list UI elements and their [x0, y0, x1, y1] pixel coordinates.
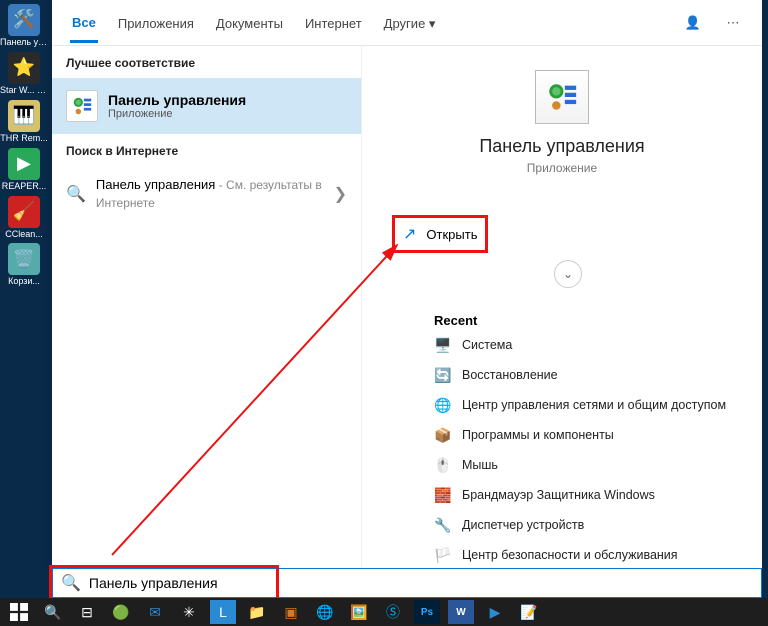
- tab-web[interactable]: Интернет: [303, 4, 364, 41]
- feedback-icon[interactable]: 👤: [682, 15, 704, 31]
- search-button[interactable]: 🔍: [40, 600, 66, 624]
- best-match-sub: Приложение: [108, 108, 246, 120]
- detail-sub: Приложение: [392, 161, 732, 175]
- desktop-icon[interactable]: ▶REAPER...: [0, 148, 48, 192]
- taskbar-app[interactable]: ▶: [482, 600, 508, 624]
- tab-all[interactable]: Все: [70, 3, 98, 43]
- search-tabs: Все Приложения Документы Интернет Другие…: [52, 0, 762, 46]
- best-match-item[interactable]: Панель управления Приложение: [52, 78, 361, 134]
- desktop-icon[interactable]: 🧹CClean...: [0, 196, 48, 240]
- network-icon: 🌐: [434, 396, 452, 414]
- chevron-right-icon: ❯: [334, 184, 347, 204]
- taskbar-app[interactable]: 🖼️: [346, 600, 372, 624]
- desktop-icons: 🛠️Панель управле... ⭐Star W... Jedi Fa 🎹…: [0, 0, 52, 570]
- best-match-header: Лучшее соответствие: [52, 46, 361, 78]
- programs-icon: 📦: [434, 426, 452, 444]
- open-action[interactable]: ↗ Открыть: [392, 215, 488, 253]
- recent-item[interactable]: 🔧Диспетчер устройств: [434, 516, 732, 534]
- best-match-title: Панель управления: [108, 92, 246, 108]
- start-button[interactable]: [6, 600, 32, 624]
- web-search-item[interactable]: 🔍 Панель управления - См. результаты в И…: [52, 166, 361, 222]
- task-view-button[interactable]: ⊟: [74, 600, 100, 624]
- recent-item[interactable]: 📦Программы и компоненты: [434, 426, 732, 444]
- recent-header: Recent: [434, 313, 732, 328]
- desktop-icon[interactable]: 🎹THR Rem...: [0, 100, 48, 144]
- security-icon: 🏳️: [434, 546, 452, 564]
- more-icon[interactable]: ⋯: [722, 15, 744, 31]
- taskbar-app[interactable]: 📁: [244, 600, 270, 624]
- search-flyout: Все Приложения Документы Интернет Другие…: [52, 0, 762, 568]
- detail-title: Панель управления: [392, 136, 732, 157]
- open-icon: ↗: [403, 224, 416, 244]
- control-panel-large-icon: [535, 70, 589, 124]
- recent-item[interactable]: 🏳️Центр безопасности и обслуживания: [434, 546, 732, 564]
- taskbar-app[interactable]: L: [210, 600, 236, 624]
- recovery-icon: 🔄: [434, 366, 452, 384]
- recent-item[interactable]: 🖥️Система: [434, 336, 732, 354]
- desktop-icon[interactable]: 🗑️Корзи...: [0, 243, 48, 287]
- control-panel-icon: [66, 90, 98, 122]
- device-manager-icon: 🔧: [434, 516, 452, 534]
- taskbar-app[interactable]: 🟢: [108, 600, 134, 624]
- recent-item[interactable]: 🌐Центр управления сетями и общим доступо…: [434, 396, 732, 414]
- taskbar-app[interactable]: ✳: [176, 600, 202, 624]
- taskbar-app[interactable]: ✉: [142, 600, 168, 624]
- taskbar-app[interactable]: 🌐: [312, 600, 338, 624]
- taskbar-app[interactable]: Ps: [414, 600, 440, 624]
- tab-more[interactable]: Другие ▾: [382, 4, 438, 42]
- results-left-pane: Лучшее соответствие Панель управления Пр…: [52, 46, 362, 568]
- search-icon: 🔍: [61, 573, 81, 593]
- taskbar: 🔍 ⊟ 🟢 ✉ ✳ L 📁 ▣ 🌐 🖼️ Ⓢ Ps W ▶ 📝: [0, 598, 768, 626]
- results-right-pane: Панель управления Приложение ↗ Открыть ⌄…: [362, 46, 762, 568]
- tab-docs[interactable]: Документы: [214, 4, 285, 41]
- web-search-header: Поиск в Интернете: [52, 134, 361, 166]
- taskbar-app[interactable]: W: [448, 600, 474, 624]
- recent-item[interactable]: 🧱Брандмауэр Защитника Windows: [434, 486, 732, 504]
- recent-item[interactable]: 🔄Восстановление: [434, 366, 732, 384]
- recent-list: 🖥️Система 🔄Восстановление 🌐Центр управле…: [434, 336, 732, 564]
- desktop-icon[interactable]: ⭐Star W... Jedi Fa: [0, 52, 48, 96]
- taskbar-app[interactable]: 📝: [516, 600, 542, 624]
- taskbar-app[interactable]: ▣: [278, 600, 304, 624]
- mouse-icon: 🖱️: [434, 456, 452, 474]
- chevron-down-icon: ▾: [429, 16, 436, 31]
- tab-apps[interactable]: Приложения: [116, 4, 196, 41]
- search-box[interactable]: 🔍: [52, 568, 762, 598]
- system-icon: 🖥️: [434, 336, 452, 354]
- recent-item[interactable]: 🖱️Мышь: [434, 456, 732, 474]
- firewall-icon: 🧱: [434, 486, 452, 504]
- expand-button[interactable]: ⌄: [554, 260, 582, 288]
- taskbar-app[interactable]: Ⓢ: [380, 600, 406, 624]
- search-icon: 🔍: [66, 184, 86, 204]
- desktop-icon[interactable]: 🛠️Панель управле...: [0, 4, 48, 48]
- search-input[interactable]: [89, 575, 753, 591]
